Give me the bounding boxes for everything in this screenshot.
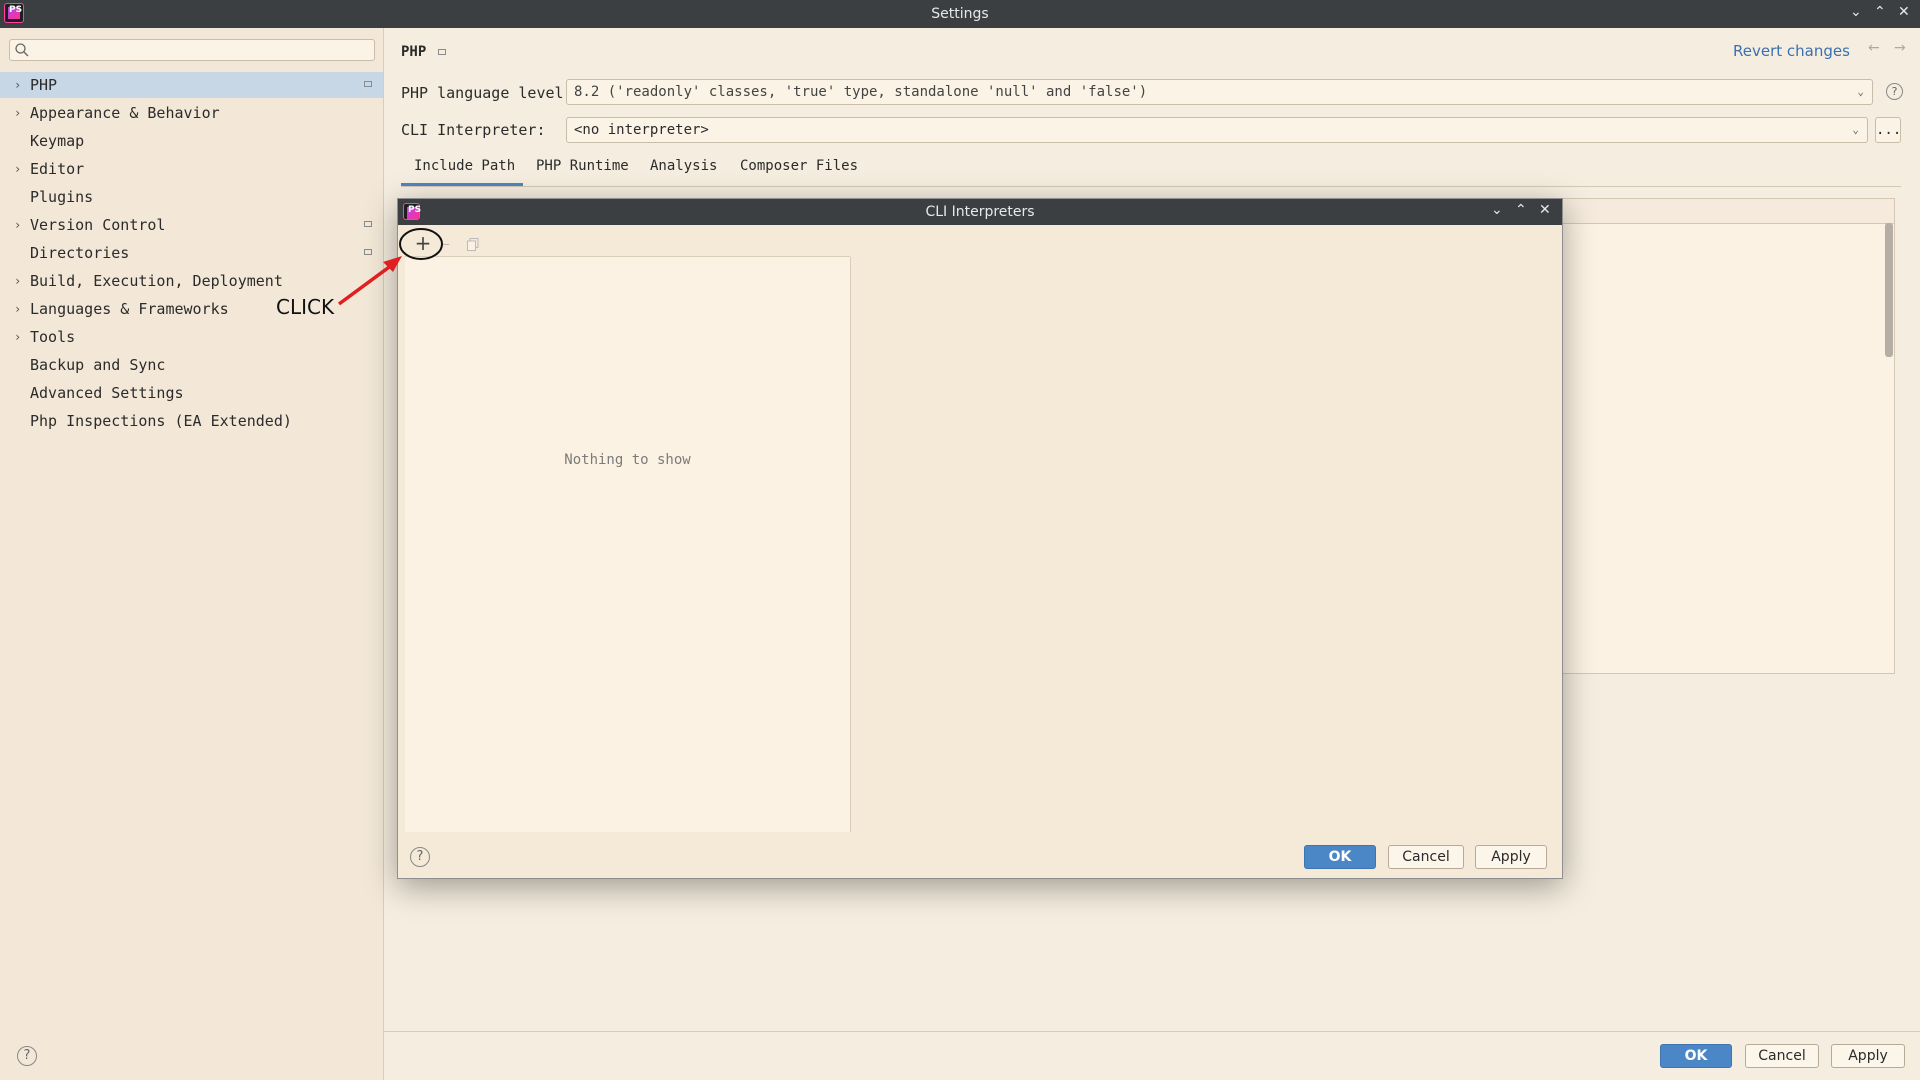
annotation-label: CLICK [276,295,335,319]
annotation-arrow [337,263,394,306]
annotation-overlay [337,228,443,306]
annotation-circle [399,228,443,260]
